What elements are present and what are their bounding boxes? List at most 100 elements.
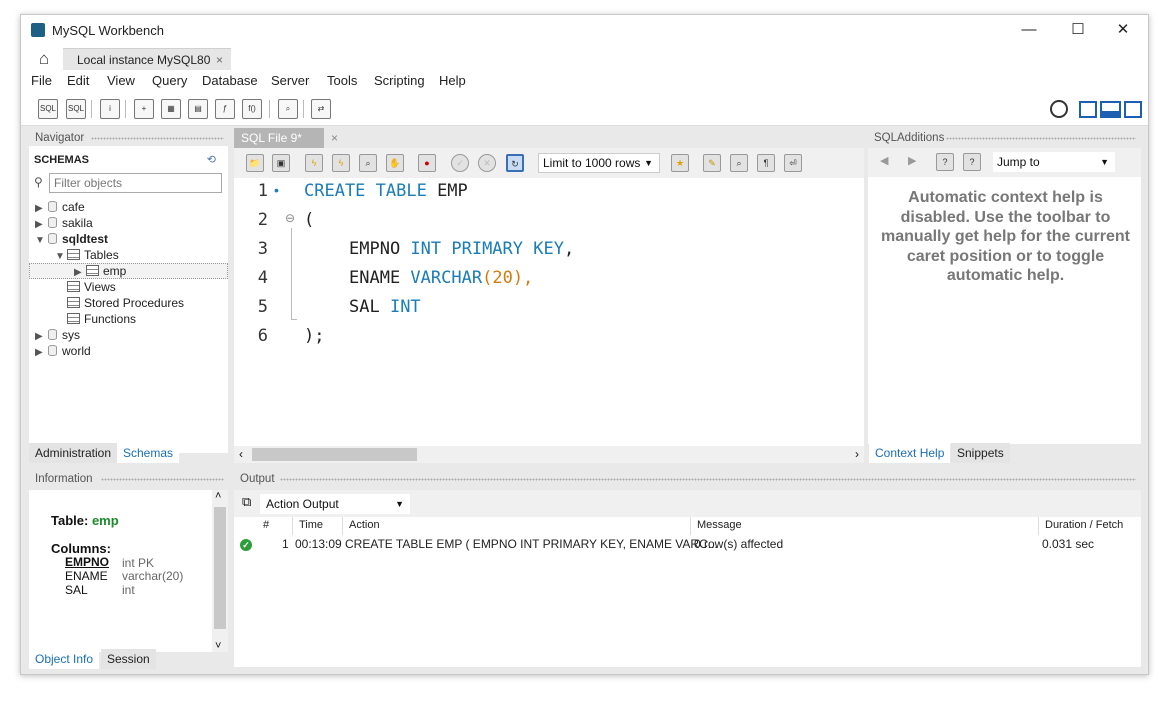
stop-icon[interactable]: ✋ [386, 154, 404, 172]
expand-arrow-icon[interactable]: ▶ [35, 331, 45, 342]
collapse-arrow-icon[interactable]: ▼ [35, 235, 45, 246]
scroll-left-icon[interactable]: ‹ [239, 447, 243, 461]
menu-view[interactable]: View [107, 73, 135, 88]
execute-statement-icon[interactable]: ϟ [332, 154, 350, 172]
add-snippet-icon[interactable]: ★ [671, 154, 689, 172]
toggle-output-icon[interactable] [1100, 101, 1121, 118]
expand-arrow-icon[interactable]: ▶ [74, 267, 84, 278]
search-table-data-icon[interactable]: ⌕ [278, 99, 298, 119]
menu-server[interactable]: Server [271, 73, 309, 88]
tab-context-help[interactable]: Context Help [869, 443, 951, 463]
save-icon[interactable]: ▣ [272, 154, 290, 172]
column-header-number[interactable]: # [263, 519, 269, 531]
editor-horizontal-scrollbar[interactable]: ‹ › [234, 446, 864, 463]
scroll-down-icon[interactable]: ˅ [215, 640, 221, 652]
back-icon[interactable]: ◀ [880, 154, 888, 167]
scrollbar-thumb[interactable] [252, 448, 417, 461]
stop-on-error-icon[interactable]: ● [418, 154, 436, 172]
reconnect-icon[interactable]: ⇄ [311, 99, 331, 119]
autocommit-icon[interactable]: ↻ [506, 154, 524, 172]
close-button[interactable]: ✕ [1113, 21, 1133, 39]
open-sql-script-icon[interactable]: SQL [66, 99, 86, 119]
inspector-icon[interactable]: i [100, 99, 120, 119]
tree-item-tables[interactable]: ▼ Tables [55, 248, 119, 262]
output-type-select[interactable]: Action Output ▼ [260, 494, 410, 514]
scroll-up-icon[interactable]: ˄ [215, 490, 221, 502]
tab-object-info[interactable]: Object Info [29, 649, 100, 669]
menu-scripting[interactable]: Scripting [374, 73, 425, 88]
scrollbar-thumb[interactable] [214, 507, 226, 629]
copy-icon[interactable]: ⧉ [242, 494, 251, 510]
refresh-icon[interactable]: ⟲ [207, 153, 216, 166]
create-function-icon[interactable]: f() [242, 99, 262, 119]
toggle-sidebar-icon[interactable] [1079, 101, 1097, 118]
tab-administration[interactable]: Administration [29, 443, 118, 463]
auto-help-icon[interactable]: ? [963, 153, 981, 171]
tab-snippets[interactable]: Snippets [951, 443, 1010, 463]
tree-item-views[interactable]: Views [65, 280, 116, 294]
explain-icon[interactable]: ⌕ [359, 154, 377, 172]
column-header-time[interactable]: Time [299, 519, 323, 531]
home-icon[interactable]: ⌂ [29, 48, 59, 70]
tree-item-sakila[interactable]: ▶ sakila [35, 216, 93, 230]
toggle-secondary-sidebar-icon[interactable] [1124, 101, 1142, 118]
menu-tools[interactable]: Tools [327, 73, 357, 88]
menu-help[interactable]: Help [439, 73, 466, 88]
create-view-icon[interactable]: ▤ [188, 99, 208, 119]
connection-tab[interactable]: Local instance MySQL80 × [63, 48, 231, 70]
limit-rows-select[interactable]: Limit to 1000 rows ▼ [538, 153, 660, 173]
maximize-button[interactable]: ☐ [1068, 21, 1088, 39]
menu-database[interactable]: Database [202, 73, 258, 88]
word-wrap-icon[interactable]: ⏎ [784, 154, 802, 172]
jump-to-select[interactable]: Jump to ▼ [993, 152, 1115, 172]
column-header-message[interactable]: Message [697, 519, 742, 531]
execute-icon[interactable]: ϟ [305, 154, 323, 172]
sql-code-editor[interactable]: 1 • 2 ⊖ 3 4 5 6 CREATE TABLE EMP ( EMPNO… [234, 178, 864, 446]
open-file-icon[interactable]: 📁 [246, 154, 264, 172]
tree-item-sqldtest[interactable]: ▼ sqldtest [35, 232, 108, 246]
views-label: Views [84, 280, 116, 294]
settings-gear-icon[interactable] [1050, 100, 1068, 118]
beautify-icon[interactable]: ✎ [703, 154, 721, 172]
tree-item-emp[interactable]: ▶ emp [29, 263, 228, 279]
tree-item-cafe[interactable]: ▶ cafe [35, 200, 85, 214]
menu-query[interactable]: Query [152, 73, 187, 88]
collapse-arrow-icon[interactable]: ▼ [55, 251, 65, 262]
commit-icon[interactable]: ✓ [451, 154, 469, 172]
find-replace-icon[interactable]: ⌕ [730, 154, 748, 172]
tree-item-functions[interactable]: Functions [65, 312, 136, 326]
forward-icon[interactable]: ▶ [908, 154, 916, 167]
expand-arrow-icon[interactable]: ▶ [35, 219, 45, 230]
info-vertical-scrollbar[interactable]: ˄ ˅ [212, 490, 228, 652]
tree-item-world[interactable]: ▶ world [35, 344, 91, 358]
scroll-right-icon[interactable]: › [855, 447, 859, 461]
tab-close-icon[interactable]: × [331, 128, 338, 148]
create-procedure-icon[interactable]: ƒ [215, 99, 235, 119]
fold-marker-icon[interactable]: ⊖ [285, 211, 295, 225]
sql-file-tab[interactable]: SQL File 9* × [234, 128, 338, 148]
output-row-number: 1 [282, 537, 289, 551]
new-sql-tab-icon[interactable]: SQL [38, 99, 58, 119]
show-invisibles-icon[interactable]: ¶ [757, 154, 775, 172]
tree-item-stored-procedures[interactable]: Stored Procedures [65, 296, 184, 310]
create-table-icon[interactable]: ▦ [161, 99, 181, 119]
column-header-duration[interactable]: Duration / Fetch [1045, 519, 1123, 531]
column-header-action[interactable]: Action [349, 519, 380, 531]
table-label: Table: [51, 513, 89, 528]
expand-arrow-icon[interactable]: ▶ [35, 203, 45, 214]
menu-edit[interactable]: Edit [67, 73, 89, 88]
schema-label: sys [62, 328, 80, 342]
tree-item-sys[interactable]: ▶ sys [35, 328, 80, 342]
expand-arrow-icon[interactable]: ▶ [35, 347, 45, 358]
tab-schemas[interactable]: Schemas [117, 443, 180, 463]
rollback-icon[interactable]: ✕ [478, 154, 496, 172]
filter-objects-input[interactable]: Filter objects [49, 173, 222, 193]
limit-rows-value: Limit to 1000 rows [543, 156, 641, 170]
menu-file[interactable]: File [31, 73, 52, 88]
sql-identifier: SAL [349, 297, 390, 317]
minimize-button[interactable]: — [1019, 21, 1039, 39]
create-schema-icon[interactable]: + [134, 99, 154, 119]
manual-help-icon[interactable]: ? [936, 153, 954, 171]
tab-session[interactable]: Session [101, 649, 156, 669]
connection-tab-close-icon[interactable]: × [216, 49, 223, 71]
